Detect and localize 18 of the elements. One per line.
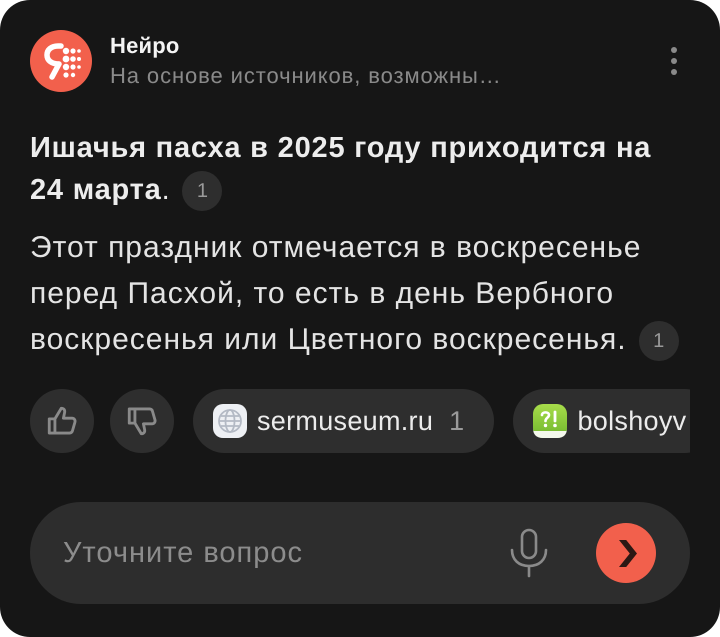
citation-badge[interactable]: 1 [638, 321, 679, 362]
logo-icon [30, 30, 92, 92]
question-input[interactable]: Уточните вопрос [63, 533, 509, 574]
site-favicon-icon [533, 404, 568, 438]
assistant-name: Нейро [110, 33, 180, 59]
microphone-icon [509, 528, 549, 578]
citation-badge[interactable]: 1 [182, 171, 222, 212]
microphone-button[interactable] [509, 528, 549, 578]
answer-paragraph: Этот праздник отмечается в воскресенье перед Пасхой, то есть в день Вербного воскресенья или Цветного воскресенья. 1 [30, 225, 690, 364]
answer-headline: Ишачья пасха в 2025 году приходится на 24 марта. 1 [30, 127, 690, 212]
source-chip[interactable]: sermuseum.ru 1 [193, 389, 494, 454]
assistant-disclaimer: На основе источников, возможны… [110, 63, 502, 89]
more-options-button[interactable] [671, 47, 677, 75]
source-chip[interactable]: bolshoyv [513, 389, 690, 454]
more-icon [671, 47, 677, 75]
globe-icon [213, 404, 247, 438]
chevron-right-icon [618, 540, 636, 567]
question-field[interactable]: Уточните вопрос [30, 502, 690, 604]
